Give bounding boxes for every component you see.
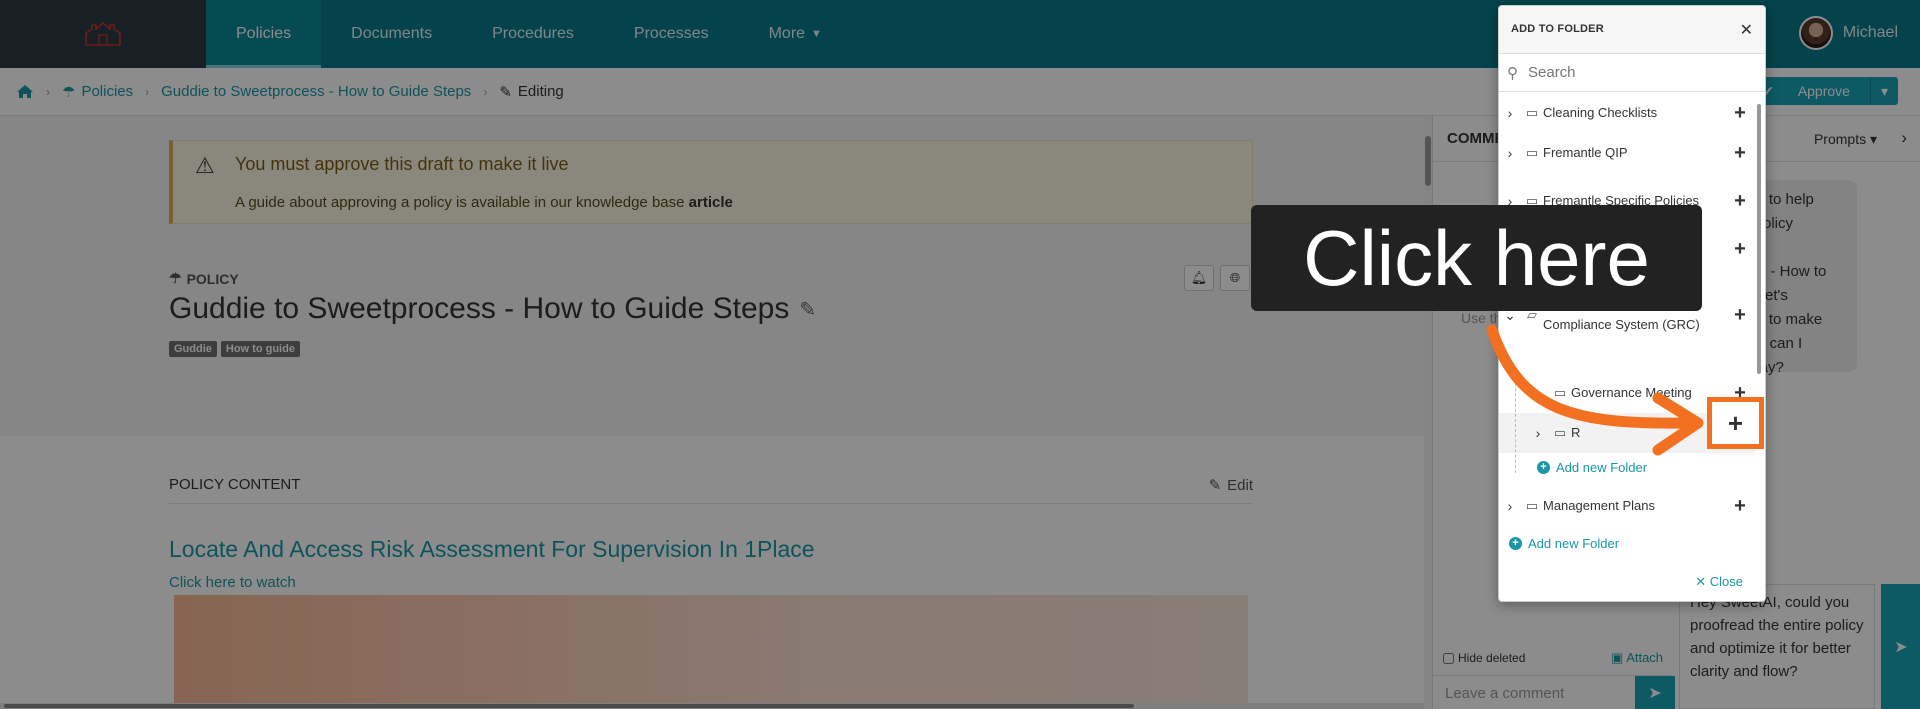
popover-header: ADD TO FOLDER ✕ [1499,6,1765,54]
popover-scrollbar[interactable] [1756,96,1762,516]
popover-title: ADD TO FOLDER [1511,23,1604,35]
plus-icon[interactable]: + [1725,304,1755,327]
close-icon[interactable]: ✕ [1740,20,1753,40]
scroll-thumb[interactable] [1757,104,1761,374]
plus-icon[interactable]: + [1725,190,1755,213]
folder-row[interactable]: › ▭ Fremantle QIP + [1499,133,1755,173]
highlighted-add-button[interactable]: + [1707,397,1764,449]
folder-name: Fremantle QIP [1543,145,1628,160]
plus-icon[interactable]: + [1725,142,1755,165]
plus-icon[interactable]: + [1725,102,1755,125]
pointer-arrow-icon [1486,324,1704,456]
close-button[interactable]: ✕ Close [1695,574,1743,590]
folder-icon: ▭ [1525,498,1539,513]
plus-circle-icon: + [1509,537,1522,550]
folder-name: Management Plans [1543,498,1656,513]
search-icon: ⚲ [1507,64,1518,82]
close-icon: ✕ [1695,574,1710,589]
plus-icon[interactable]: + [1725,495,1755,518]
add-folder-label: Add new Folder [1528,536,1620,551]
folder-row[interactable]: › ▭ Cleaning Checklists + [1499,93,1755,133]
folder-icon: ▭ [1525,105,1539,120]
chevron-right-icon[interactable]: › [1499,145,1521,161]
add-new-folder[interactable]: + Add new Folder [1509,536,1619,551]
plus-icon: + [1727,407,1744,438]
chevron-right-icon[interactable]: › [1499,105,1521,121]
close-label: Close [1709,574,1743,589]
chevron-right-icon[interactable]: › [1499,498,1521,514]
folder-icon: ▭ [1525,145,1539,160]
folder-row[interactable]: › ▭ Management Plans + [1499,486,1755,526]
folder-name: Cleaning Checklists [1543,105,1658,120]
plus-icon[interactable]: + [1725,238,1755,261]
callout-text: Click here [1303,213,1650,302]
click-here-callout: Click here [1251,205,1702,311]
search-input[interactable]: Search [1528,64,1576,81]
folder-search[interactable]: ⚲ Search [1499,54,1765,92]
